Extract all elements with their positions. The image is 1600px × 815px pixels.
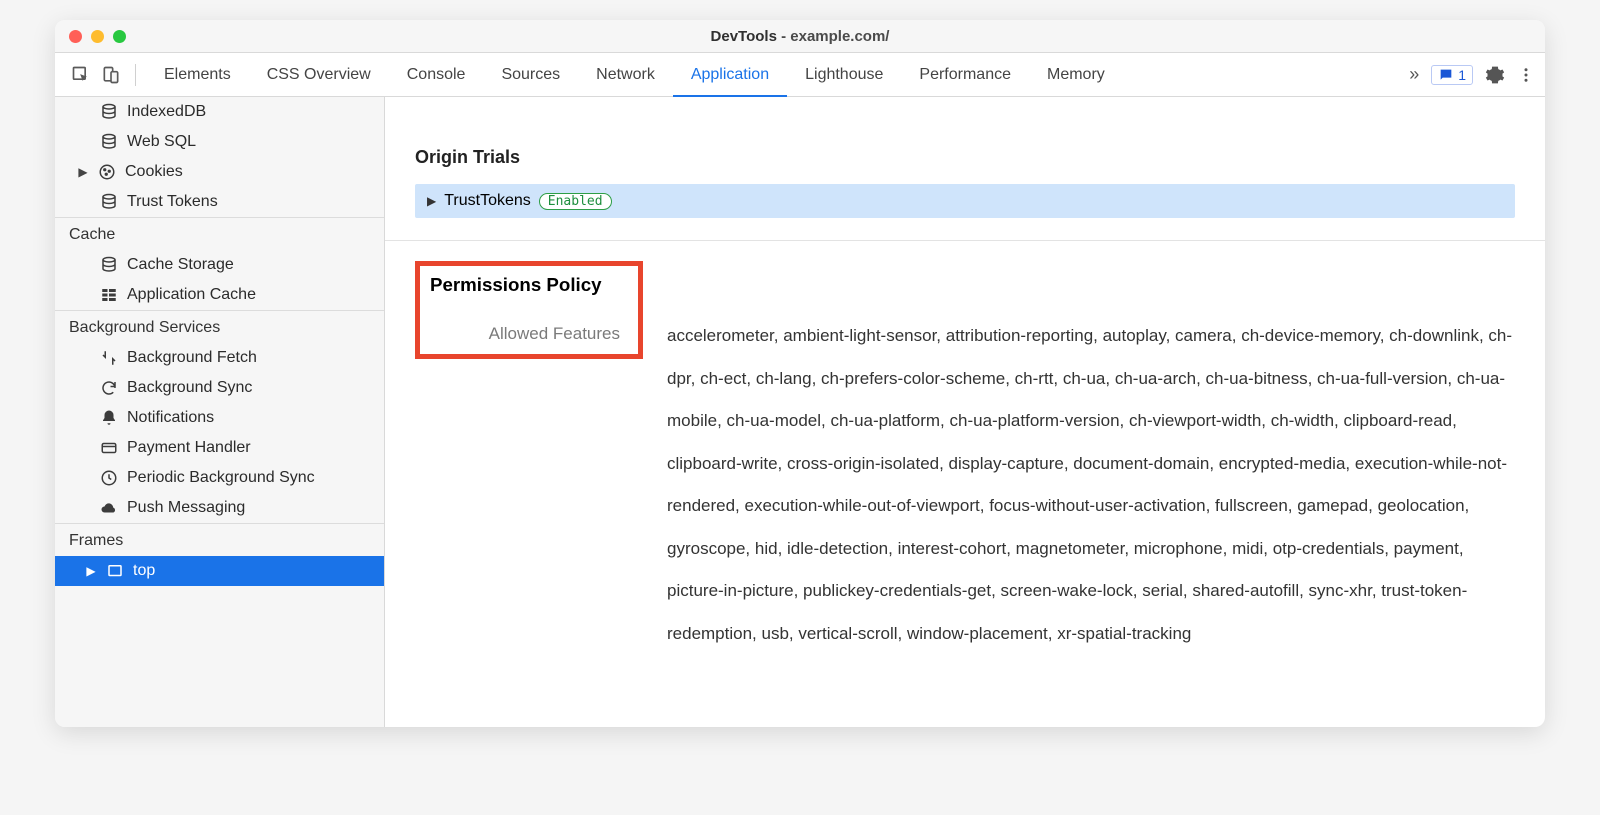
window-titlebar: DevTools - example.com/ [55, 20, 1545, 53]
window-title: DevTools - example.com/ [55, 28, 1545, 45]
sidebar-item-websql[interactable]: Web SQL [55, 127, 384, 157]
toolbar-separator [135, 64, 136, 86]
grid-icon [99, 285, 119, 305]
database-icon [99, 192, 119, 212]
sidebar-item-push-messaging[interactable]: Push Messaging [55, 493, 384, 523]
sidebar-item-label: Push Messaging [127, 496, 245, 520]
main-content: Origin Trials ▶ TrustTokens Enabled Perm… [385, 97, 1545, 727]
permissions-policy-heading: Permissions Policy [430, 274, 620, 296]
permissions-policy-section: Permissions Policy Allowed Features acce… [385, 241, 1545, 685]
window-title-sep: - [777, 28, 790, 45]
sidebar-header-frames: Frames [55, 524, 384, 556]
sidebar-item-label: Application Cache [127, 283, 256, 307]
origin-trials-section: Origin Trials ▶ TrustTokens Enabled [385, 127, 1545, 241]
inspect-element-icon[interactable] [69, 63, 93, 87]
main-toolbar: Elements CSS Overview Console Sources Ne… [55, 53, 1545, 97]
sidebar-group-frames: Frames ▶ top [55, 523, 384, 586]
sidebar-group-cache: Cache Cache Storage Application Cache [55, 217, 384, 310]
sidebar-item-label: Web SQL [127, 130, 196, 154]
sync-icon [99, 378, 119, 398]
tab-performance[interactable]: Performance [901, 53, 1029, 97]
issues-badge[interactable]: 1 [1431, 65, 1473, 85]
panel-tabs: Elements CSS Overview Console Sources Ne… [146, 53, 1409, 97]
sidebar-item-application-cache[interactable]: Application Cache [55, 280, 384, 310]
allowed-features-label: Allowed Features [430, 324, 620, 344]
sidebar-item-cache-storage[interactable]: Cache Storage [55, 250, 384, 280]
sidebar-item-label: top [133, 559, 155, 583]
sidebar-item-label: Periodic Background Sync [127, 466, 315, 490]
fetch-icon [99, 348, 119, 368]
minimize-window-button[interactable] [91, 30, 104, 43]
close-window-button[interactable] [69, 30, 82, 43]
sidebar-item-payment-handler[interactable]: Payment Handler [55, 433, 384, 463]
sidebar-item-label: Background Sync [127, 376, 252, 400]
tab-memory[interactable]: Memory [1029, 53, 1123, 97]
tab-console[interactable]: Console [389, 53, 484, 97]
expand-caret-icon: ▶ [85, 559, 97, 583]
window-title-prefix: DevTools [711, 28, 777, 45]
sidebar-header-cache: Cache [55, 218, 384, 250]
database-icon [99, 132, 119, 152]
sidebar-group-background: Background Services Background Fetch Bac… [55, 310, 384, 523]
sidebar-item-label: Cookies [125, 160, 183, 184]
database-icon [99, 102, 119, 122]
window-title-suffix: example.com/ [790, 28, 889, 45]
frame-icon [105, 561, 125, 581]
settings-icon[interactable] [1485, 65, 1505, 85]
sidebar-item-label: Trust Tokens [127, 190, 218, 214]
sidebar-item-periodic-sync[interactable]: Periodic Background Sync [55, 463, 384, 493]
sidebar-item-label: Payment Handler [127, 436, 251, 460]
cloud-icon [99, 498, 119, 518]
panel-body: IndexedDB Web SQL ▶ Cookies [55, 97, 1545, 727]
expand-caret-icon: ▶ [77, 160, 89, 184]
database-icon [99, 255, 119, 275]
tab-css-overview[interactable]: CSS Overview [249, 53, 389, 97]
origin-trials-heading: Origin Trials [415, 147, 1515, 168]
origin-trial-row[interactable]: ▶ TrustTokens Enabled [415, 184, 1515, 218]
toolbar-right: » 1 [1409, 64, 1535, 85]
credit-card-icon [99, 438, 119, 458]
more-options-icon[interactable] [1517, 66, 1535, 84]
issues-count: 1 [1458, 67, 1466, 83]
trial-name: TrustTokens [444, 192, 531, 210]
sidebar-header-background: Background Services [55, 311, 384, 343]
devtools-window: DevTools - example.com/ Elements CSS Ove… [55, 20, 1545, 727]
trial-status-chip: Enabled [539, 193, 612, 210]
tab-elements[interactable]: Elements [146, 53, 249, 97]
sidebar-item-trust-tokens[interactable]: Trust Tokens [55, 187, 384, 217]
device-toggle-icon[interactable] [99, 63, 123, 87]
clock-icon [99, 468, 119, 488]
highlight-annotation: Permissions Policy Allowed Features [415, 261, 643, 359]
sidebar-item-label: Notifications [127, 406, 214, 430]
tab-application[interactable]: Application [673, 53, 787, 97]
sidebar-item-indexeddb[interactable]: IndexedDB [55, 97, 384, 127]
sidebar-item-cookies[interactable]: ▶ Cookies [55, 157, 384, 187]
cookie-icon [97, 162, 117, 182]
sidebar-item-notifications[interactable]: Notifications [55, 403, 384, 433]
sidebar-item-label: Cache Storage [127, 253, 234, 277]
application-sidebar: IndexedDB Web SQL ▶ Cookies [55, 97, 385, 727]
tab-lighthouse[interactable]: Lighthouse [787, 53, 901, 97]
more-tabs-icon[interactable]: » [1409, 64, 1419, 85]
sidebar-item-bg-fetch[interactable]: Background Fetch [55, 343, 384, 373]
sidebar-item-bg-sync[interactable]: Background Sync [55, 373, 384, 403]
tab-sources[interactable]: Sources [483, 53, 578, 97]
tab-network[interactable]: Network [578, 53, 673, 97]
sidebar-item-frame-top[interactable]: ▶ top [55, 556, 384, 586]
bell-icon [99, 408, 119, 428]
sidebar-item-label: Background Fetch [127, 346, 257, 370]
expand-caret-icon: ▶ [427, 194, 436, 208]
sidebar-item-label: IndexedDB [127, 100, 206, 124]
sidebar-group-storage: IndexedDB Web SQL ▶ Cookies [55, 97, 384, 217]
traffic-lights [55, 30, 126, 43]
allowed-features-value: accelerometer, ambient-light-sensor, att… [667, 261, 1515, 655]
zoom-window-button[interactable] [113, 30, 126, 43]
